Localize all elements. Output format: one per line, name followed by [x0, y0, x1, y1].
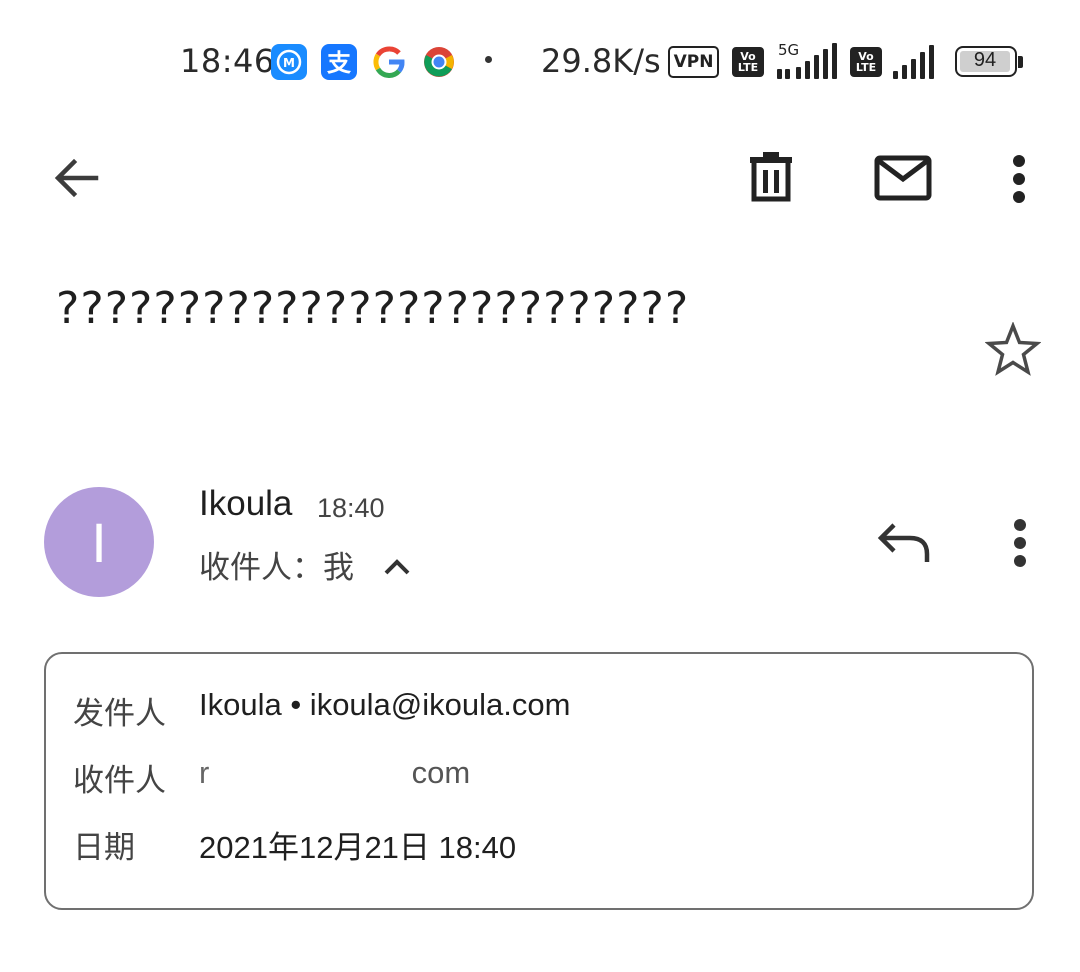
alipay-icon: 支: [321, 44, 357, 80]
network-type: 5G: [778, 41, 800, 59]
star-icon[interactable]: [984, 321, 1042, 376]
notification-dot: [485, 56, 492, 63]
svg-text:M: M: [283, 56, 295, 70]
chrome-icon: [422, 45, 456, 79]
to-value[interactable]: r com: [199, 755, 499, 791]
avatar-initial: I: [91, 510, 107, 574]
volte-bottom: LTE: [737, 61, 759, 74]
status-bar: 18:46 M 支 29.8K/s VPN Vo LTE 5G Vo LTE 9…: [0, 0, 1080, 120]
email-subject: ??????????????????????????: [56, 283, 690, 334]
to-value-end: com: [411, 755, 471, 790]
volte-badge-1: Vo LTE: [732, 47, 764, 77]
mail-icon[interactable]: [874, 155, 932, 201]
more-vert-icon[interactable]: [1008, 154, 1030, 204]
recipient-name: 我: [323, 550, 354, 586]
signal-5g-icon: 5G: [775, 41, 841, 79]
back-arrow-icon[interactable]: [50, 152, 102, 204]
more-vert-icon-message[interactable]: [1009, 518, 1031, 568]
to-label: 收件人: [73, 763, 166, 799]
battery-icon: 94: [955, 46, 1025, 79]
trash-icon[interactable]: [748, 150, 794, 204]
status-time: 18:46: [180, 42, 275, 80]
to-value-start: r: [199, 755, 210, 790]
recipient-summary[interactable]: 收件人：我: [199, 542, 354, 587]
from-value[interactable]: Ikoula • ikoula@ikoula.com: [199, 687, 570, 723]
meituan-icon: M: [271, 44, 307, 80]
date-label: 日期: [73, 830, 135, 866]
vpn-label: VPN: [673, 52, 714, 72]
battery-level: 94: [973, 49, 997, 71]
date-value: 2021年12月21日 18:40: [199, 830, 517, 865]
signal-icon: [893, 43, 943, 79]
from-label: 发件人: [73, 696, 166, 732]
svg-text:支: 支: [327, 49, 352, 77]
network-speed: 29.8K/s: [541, 42, 661, 80]
google-icon: [372, 45, 406, 79]
vpn-badge: VPN: [668, 46, 719, 78]
chevron-up-icon[interactable]: [382, 556, 412, 578]
reply-icon[interactable]: [876, 520, 934, 566]
recipient-prefix: 收件人：: [199, 550, 323, 586]
sender-name[interactable]: Ikoula: [199, 484, 292, 524]
volte-bottom-2: LTE: [855, 61, 877, 74]
sender-time: 18:40: [317, 493, 385, 523]
volte-badge-2: Vo LTE: [850, 47, 882, 77]
avatar[interactable]: I: [44, 487, 154, 597]
